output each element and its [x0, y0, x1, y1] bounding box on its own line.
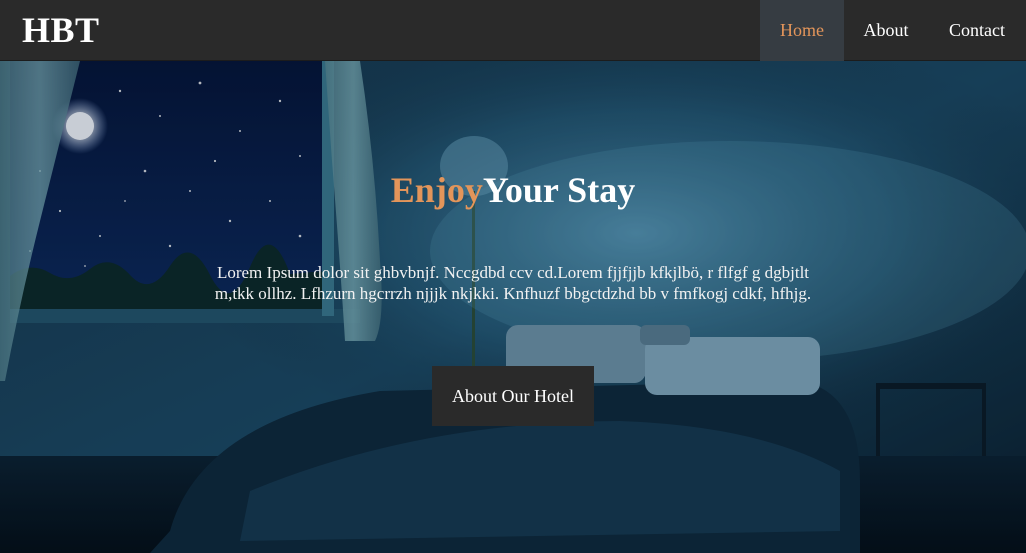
hero-title-accent: Enjoy: [390, 170, 483, 210]
top-navbar: HBT Home About Contact: [0, 0, 1026, 61]
hero-section: EnjoyYour Stay Lorem Ipsum dolor sit ghb…: [0, 61, 1026, 553]
hero-overlay: [0, 61, 1026, 553]
main-nav: Home About Contact: [760, 0, 1026, 61]
hero-title-rest: Your Stay: [482, 170, 636, 210]
hero-title: EnjoyYour Stay: [0, 169, 1026, 211]
brand-logo[interactable]: HBT: [22, 9, 100, 51]
nav-item-about[interactable]: About: [844, 0, 928, 61]
nav-item-home[interactable]: Home: [760, 0, 844, 61]
about-hotel-button[interactable]: About Our Hotel: [432, 366, 594, 426]
hero-description: Lorem Ipsum dolor sit ghbvbnjf. Nccgdbd …: [214, 263, 812, 303]
page: HBT Home About Contact EnjoyYour Stay Lo…: [0, 0, 1026, 553]
nav-item-contact[interactable]: Contact: [928, 0, 1026, 61]
